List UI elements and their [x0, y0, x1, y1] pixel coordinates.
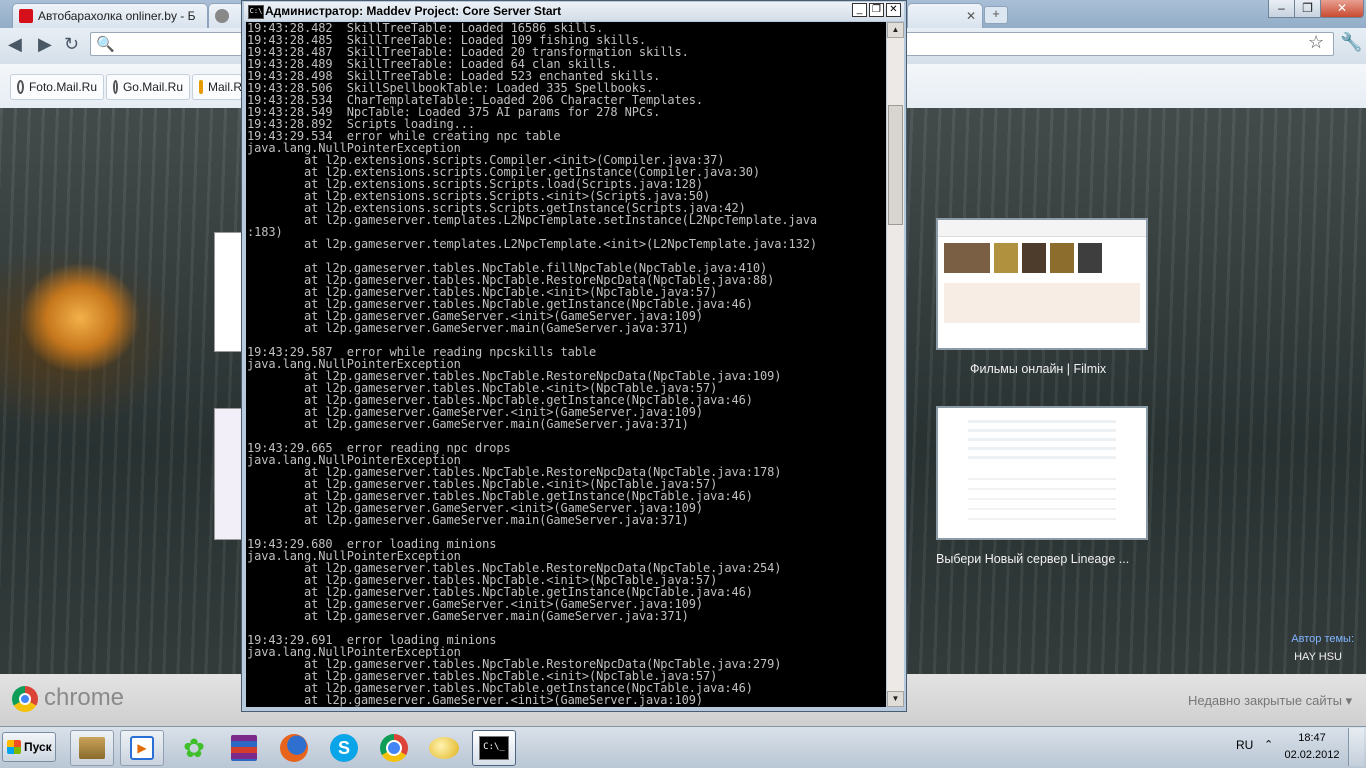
messenger-icon — [429, 737, 459, 759]
taskbar-media-player[interactable]: ▶ — [120, 730, 164, 766]
file-manager-icon — [79, 737, 105, 759]
taskbar-messenger[interactable] — [422, 730, 466, 766]
taskbar-chrome[interactable] — [372, 730, 416, 766]
restore-window-button[interactable]: ❐ — [1294, 0, 1321, 18]
show-desktop-button[interactable] — [1348, 728, 1364, 766]
scrollbar-thumb[interactable] — [888, 105, 903, 225]
globe-favicon-icon — [215, 9, 229, 23]
start-button[interactable]: Пуск — [2, 732, 56, 762]
clock-date[interactable]: 02.02.2012 — [1282, 749, 1342, 761]
browser-tab-onliner[interactable]: Автобарахолка onliner.by - Б — [12, 3, 208, 28]
wrench-menu-icon[interactable]: 🔧 — [1340, 32, 1362, 53]
taskbar-winrar[interactable] — [222, 730, 266, 766]
winrar-icon — [231, 735, 257, 761]
site-thumbnail-partial[interactable] — [214, 408, 244, 540]
close-tab-icon[interactable]: ✕ — [966, 9, 976, 23]
tray-expand-icon[interactable]: ⌃ — [1264, 738, 1273, 751]
search-icon: 🔍 — [96, 36, 115, 53]
bookmark-go-mail[interactable]: Go.Mail.Ru — [106, 74, 190, 100]
site-thumbnail-filmix[interactable] — [936, 218, 1148, 350]
new-tab-button[interactable]: + — [984, 6, 1008, 24]
site-thumbnail-partial[interactable] — [214, 232, 244, 352]
site-thumbnail-lineage[interactable] — [936, 406, 1148, 540]
scroll-up-icon[interactable]: ▲ — [887, 22, 904, 38]
thumbnail-title[interactable]: Выбери Новый сервер Lineage ... — [936, 552, 1148, 566]
browser-tab-second[interactable] — [208, 3, 244, 28]
clock-time[interactable]: 18:47 — [1282, 732, 1342, 744]
console-log-text: 19:43:28.482 SkillTreeTable: Loaded 1658… — [247, 22, 817, 707]
thumbnail-title[interactable]: Фильмы онлайн | Filmix — [970, 362, 1182, 376]
taskbar-skype[interactable]: S — [322, 730, 366, 766]
start-label: Пуск — [24, 740, 52, 754]
minimize-window-button[interactable]: – — [1268, 0, 1295, 18]
bookmark-star-icon[interactable]: ☆ — [1308, 32, 1324, 53]
taskbar-console[interactable]: C:\_ — [472, 730, 516, 766]
back-icon[interactable]: ◀ — [8, 34, 22, 55]
forward-icon[interactable]: ▶ — [38, 34, 52, 55]
windows-logo-icon — [7, 740, 21, 754]
console-close-button[interactable]: ✕ — [886, 3, 901, 17]
bookmark-foto-mail[interactable]: Foto.Mail.Ru — [10, 74, 104, 100]
bookmark-favicon-icon — [113, 80, 118, 94]
console-maximize-button[interactable]: ❐ — [869, 3, 884, 17]
media-player-icon: ▶ — [130, 736, 154, 760]
close-window-button[interactable]: ✕ — [1320, 0, 1364, 18]
chrome-icon — [380, 734, 408, 762]
taskbar-firefox[interactable] — [272, 730, 316, 766]
console-output[interactable]: 19:43:28.482 SkillTreeTable: Loaded 1658… — [246, 22, 886, 707]
skype-icon: S — [330, 734, 358, 762]
bookmark-label: Mail.R — [208, 80, 242, 94]
chrome-wordmark: chrome — [44, 684, 125, 711]
bookmark-label: Foto.Mail.Ru — [28, 80, 97, 94]
bookmark-label: Go.Mail.Ru — [122, 80, 183, 94]
theme-author-link[interactable]: Автор темы: — [1270, 633, 1354, 645]
theme-name: HAY HSU — [1294, 651, 1342, 663]
chevron-down-icon: ▾ — [1345, 693, 1353, 708]
console-minimize-button[interactable]: _ — [852, 3, 867, 17]
icq-flower-icon: ✿ — [183, 732, 205, 763]
console-title: Администратор: Maddev Project: Core Serv… — [265, 4, 562, 18]
language-indicator[interactable]: RU — [1236, 738, 1253, 752]
recently-closed-label: Недавно закрытые сайты — [1188, 693, 1342, 708]
reload-icon[interactable]: ↻ — [64, 34, 79, 55]
tab-label: Автобарахолка onliner.by - Б — [38, 9, 196, 23]
scroll-down-icon[interactable]: ▼ — [887, 691, 904, 707]
taskbar-file-manager[interactable] — [70, 730, 114, 766]
firefox-icon — [280, 734, 308, 762]
bookmark-favicon-icon — [17, 80, 24, 94]
taskbar-icq[interactable]: ✿ — [172, 730, 216, 766]
recently-closed-menu[interactable]: Недавно закрытые сайты ▾ — [1188, 693, 1352, 709]
bookmark-mail[interactable]: Mail.R — [192, 74, 242, 100]
mail-at-icon — [199, 80, 203, 94]
onliner-favicon-icon — [19, 9, 33, 23]
browser-tab-third[interactable]: ✕ — [907, 3, 983, 28]
chrome-logo-icon — [12, 686, 38, 712]
console-icon: C:\_ — [479, 736, 509, 760]
console-window-icon: C:\ — [248, 5, 264, 19]
